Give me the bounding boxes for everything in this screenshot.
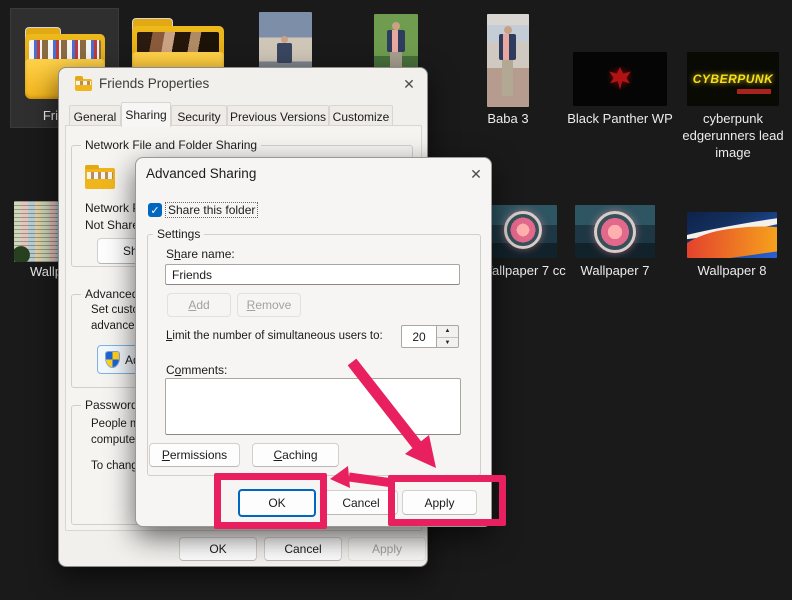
tab-security[interactable]: Security	[171, 105, 227, 127]
cyberpunk-red-bar	[737, 89, 771, 94]
share-name-input[interactable]	[165, 264, 460, 285]
spinner-up-icon[interactable]: ▲	[437, 326, 458, 337]
properties-titlebar[interactable]: Friends Properties ✕	[59, 68, 427, 98]
advanced-cancel-button[interactable]: Cancel	[324, 490, 398, 515]
limit-users-spinner: ▲ ▼	[437, 325, 459, 348]
share-this-folder-checkbox[interactable]: ✓	[148, 203, 162, 217]
advanced-apply-button[interactable]: Apply	[402, 490, 477, 515]
permissions-button[interactable]: Permissions	[149, 443, 240, 467]
wallpaper7-label: Wallpaper 7	[575, 262, 655, 279]
properties-close-icon[interactable]: ✕	[399, 74, 419, 94]
shared-folder-icon	[85, 168, 115, 189]
wallpaper8-image	[687, 212, 777, 258]
properties-apply-button: Apply	[348, 537, 426, 561]
advanced-titlebar[interactable]: Advanced Sharing ✕	[136, 158, 491, 188]
share-this-folder-label[interactable]: Share this folder	[165, 202, 258, 218]
properties-title: Friends Properties	[99, 76, 209, 91]
folder-icon	[75, 79, 92, 91]
wallpaper8-label: Wallpaper 8	[687, 262, 777, 279]
advanced-title: Advanced Sharing	[146, 166, 256, 181]
comments-label: Comments:	[166, 363, 227, 377]
baba3-label: Baba 3	[470, 110, 546, 127]
tab-general[interactable]: General	[69, 105, 121, 127]
limit-users-label: Limit the number of simultaneous users t…	[166, 330, 383, 342]
remove-button: Remove	[237, 293, 301, 317]
wallpaper-left-image	[14, 201, 58, 262]
wallpaper7cc-image	[489, 205, 557, 258]
black-panther-image	[573, 52, 667, 106]
wallpaper7-image	[575, 205, 655, 258]
cyberpunk-logo-text: CYBERPUNK	[693, 72, 774, 86]
properties-ok-button[interactable]: OK	[179, 537, 257, 561]
advanced-ok-button[interactable]: OK	[238, 489, 316, 517]
cyberpunk-label: cyberpunk edgerunners lead image	[681, 110, 785, 161]
caching-button[interactable]: Caching	[252, 443, 339, 467]
cyberpunk-image: CYBERPUNK	[687, 52, 779, 106]
tab-previous-versions[interactable]: Previous Versions	[227, 105, 329, 127]
share-name-label: Share name:	[166, 247, 235, 261]
tab-sharing[interactable]: Sharing	[121, 102, 171, 127]
uac-shield-icon	[106, 352, 119, 367]
panther-emblem-icon	[607, 66, 633, 92]
desktop: Friends Baba 3 Black Panther WP CYBERPUN…	[0, 0, 792, 600]
properties-cancel-button[interactable]: Cancel	[264, 537, 342, 561]
network-sharing-group-title: Network File and Folder Sharing	[81, 138, 261, 152]
settings-group-title: Settings	[153, 227, 204, 241]
limit-users-value[interactable]: 20	[401, 325, 437, 348]
advanced-close-icon[interactable]: ✕	[466, 164, 486, 184]
tab-customize[interactable]: Customize	[329, 105, 393, 127]
checkmark-icon: ✓	[150, 204, 159, 217]
add-button: Add	[167, 293, 231, 317]
comments-textarea[interactable]	[165, 378, 461, 435]
spinner-down-icon[interactable]: ▼	[437, 337, 458, 349]
black-panther-label: Black Panther WP	[560, 110, 680, 127]
baba3-image	[487, 14, 529, 107]
advanced-sharing-dialog: Advanced Sharing ✕ ✓ Share this folder S…	[135, 157, 492, 527]
